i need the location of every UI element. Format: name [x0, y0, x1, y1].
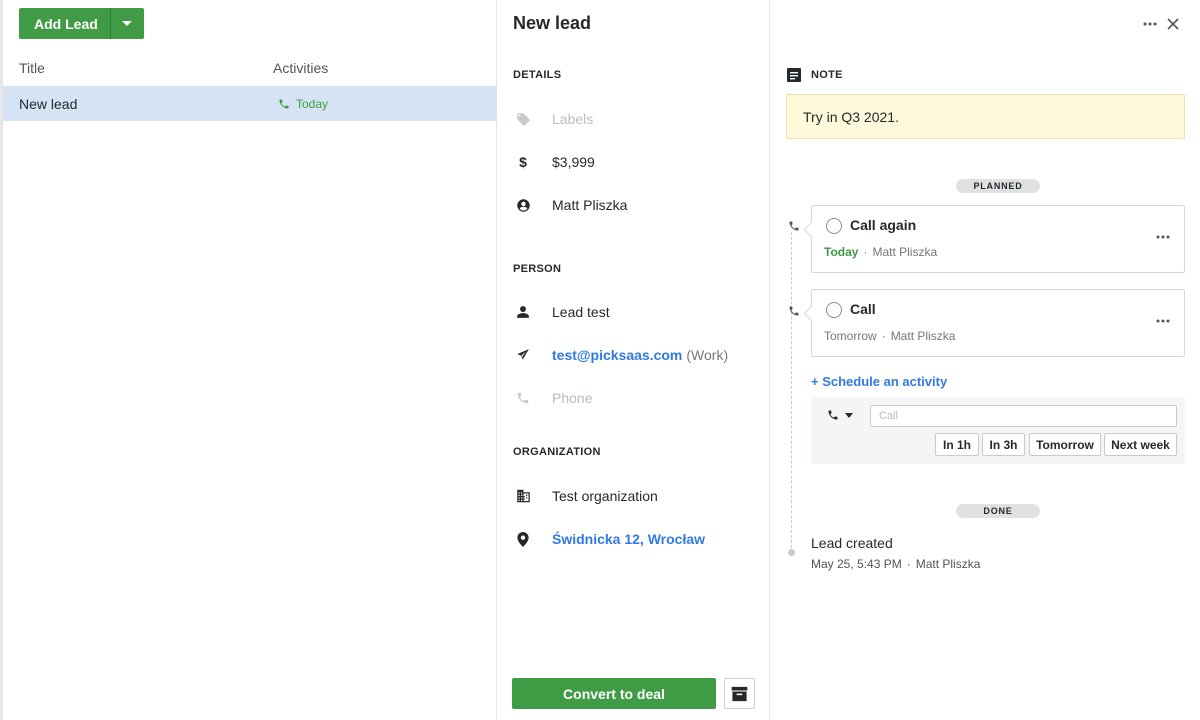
planned-divider: PLANNED [956, 179, 1040, 193]
quick-tomorrow-button[interactable]: Tomorrow [1029, 433, 1101, 456]
send-icon [517, 349, 529, 360]
quick-in-1h-button[interactable]: In 1h [935, 433, 979, 456]
phone-placeholder: Phone [552, 390, 593, 406]
note-header: NOTE [787, 68, 843, 82]
add-lead-button-group: Add Lead [19, 8, 144, 39]
timeline-dot [788, 549, 795, 556]
person-name-field[interactable]: Lead test [513, 300, 610, 324]
person-heading: PERSON [513, 263, 562, 275]
activity-timeline-panel: NOTE Try in Q3 2021. PLANNED Call again … [770, 0, 1200, 720]
schedule-activity-link[interactable]: + Schedule an activity [811, 374, 947, 389]
lead-title: New lead [19, 95, 78, 112]
add-lead-button[interactable]: Add Lead [19, 8, 111, 39]
user-circle-icon [516, 198, 530, 212]
schedule-activity-form: In 1h In 3h Tomorrow Next week [811, 397, 1185, 464]
created-user: Matt Pliszka [915, 557, 981, 571]
more-horizontal-icon [1143, 22, 1157, 26]
activity-card[interactable]: Call again Today · Matt Pliszka [811, 205, 1185, 273]
owner-field[interactable]: Matt Pliszka [513, 193, 627, 217]
archive-icon [731, 686, 748, 701]
activity-due: Today [296, 96, 329, 111]
lead-created-title: Lead created [811, 535, 893, 551]
activity-user: Matt Pliszka [872, 245, 938, 259]
quick-next-week-button[interactable]: Next week [1104, 433, 1177, 456]
mark-done-checkbox[interactable] [826, 218, 842, 234]
phone-icon [517, 392, 529, 404]
activity-meta: Tomorrow · Matt Pliszka [824, 329, 955, 343]
activity-type-select[interactable] [827, 409, 853, 421]
email-field: test@picksaas.com (Work) [513, 343, 728, 367]
lead-created-meta: May 25, 5:43 PM · Matt Pliszka [811, 557, 980, 571]
more-horizontal-icon [1156, 235, 1170, 239]
done-divider: DONE [956, 504, 1040, 518]
activity-name: Call again [850, 217, 917, 233]
table-row[interactable]: New lead Today [3, 86, 497, 121]
close-icon [1167, 18, 1179, 30]
leads-list-panel: Add Lead Title Activities New lead Today [0, 0, 497, 720]
phone-icon [789, 221, 799, 231]
phone-field[interactable]: Phone [513, 386, 592, 410]
chevron-down-icon [122, 21, 133, 26]
activity-due: Tomorrow [824, 329, 877, 343]
more-options-button[interactable] [1140, 14, 1160, 34]
activity-user: Matt Pliszka [890, 329, 956, 343]
address-link[interactable]: Świdnicka 12, Wrocław [552, 531, 705, 547]
owner-name: Matt Pliszka [552, 197, 628, 213]
more-horizontal-icon [1156, 319, 1170, 323]
meta-separator: · [863, 245, 868, 259]
timeline-line [791, 232, 792, 548]
timeline-phone-marker [786, 305, 802, 317]
labels-placeholder: Labels [552, 111, 594, 127]
lead-activity: Today [278, 97, 328, 111]
note-text: Try in Q3 2021. [803, 108, 899, 125]
convert-to-deal-button[interactable]: Convert to deal [512, 678, 716, 709]
building-icon [516, 489, 530, 503]
mark-done-checkbox[interactable] [826, 302, 842, 318]
email-type: (Work) [686, 347, 729, 363]
quick-in-3h-button[interactable]: In 3h [982, 433, 1025, 456]
meta-separator: · [906, 557, 911, 571]
add-lead-dropdown-button[interactable] [110, 8, 144, 39]
archive-button[interactable] [724, 678, 755, 709]
activity-more-button[interactable] [1156, 310, 1170, 326]
dollar-icon: $ [519, 154, 527, 170]
column-header-title[interactable]: Title [19, 60, 45, 76]
lead-title-heading[interactable]: New lead [513, 13, 591, 34]
lead-details-panel: New lead DETAILS Labels $ $3,999 Matt Pl… [497, 0, 770, 720]
organization-field[interactable]: Test organization [513, 484, 658, 508]
phone-icon [279, 99, 289, 108]
email-link[interactable]: test@picksaas.com [552, 347, 682, 363]
lead-value: $3,999 [552, 154, 595, 170]
person-name: Lead test [552, 304, 610, 320]
details-heading: DETAILS [513, 69, 562, 81]
organization-name: Test organization [552, 488, 658, 504]
note-heading: NOTE [811, 69, 843, 81]
timeline-phone-marker [786, 220, 802, 232]
activity-name: Call [850, 301, 876, 317]
meta-separator: · [881, 329, 886, 343]
created-time: May 25, 5:43 PM [811, 557, 902, 571]
labels-field[interactable]: Labels [513, 107, 593, 131]
phone-icon [828, 410, 838, 420]
activity-due: Today [824, 245, 859, 259]
value-field[interactable]: $ $3,999 [513, 150, 595, 174]
activity-subject-input[interactable] [870, 405, 1177, 427]
tag-icon [516, 112, 530, 126]
activity-card[interactable]: Call Tomorrow · Matt Pliszka [811, 289, 1185, 357]
column-header-activities[interactable]: Activities [273, 60, 328, 76]
note-card[interactable]: Try in Q3 2021. [786, 94, 1185, 139]
note-icon [787, 68, 801, 82]
phone-icon [789, 306, 799, 316]
activity-meta: Today · Matt Pliszka [824, 245, 937, 259]
person-icon [517, 306, 529, 318]
organization-heading: ORGANIZATION [513, 446, 601, 458]
location-pin-icon [517, 531, 529, 547]
activity-more-button[interactable] [1156, 226, 1170, 242]
chevron-down-icon [845, 412, 853, 418]
address-field: Świdnicka 12, Wrocław [513, 527, 705, 551]
close-button[interactable] [1163, 14, 1183, 34]
